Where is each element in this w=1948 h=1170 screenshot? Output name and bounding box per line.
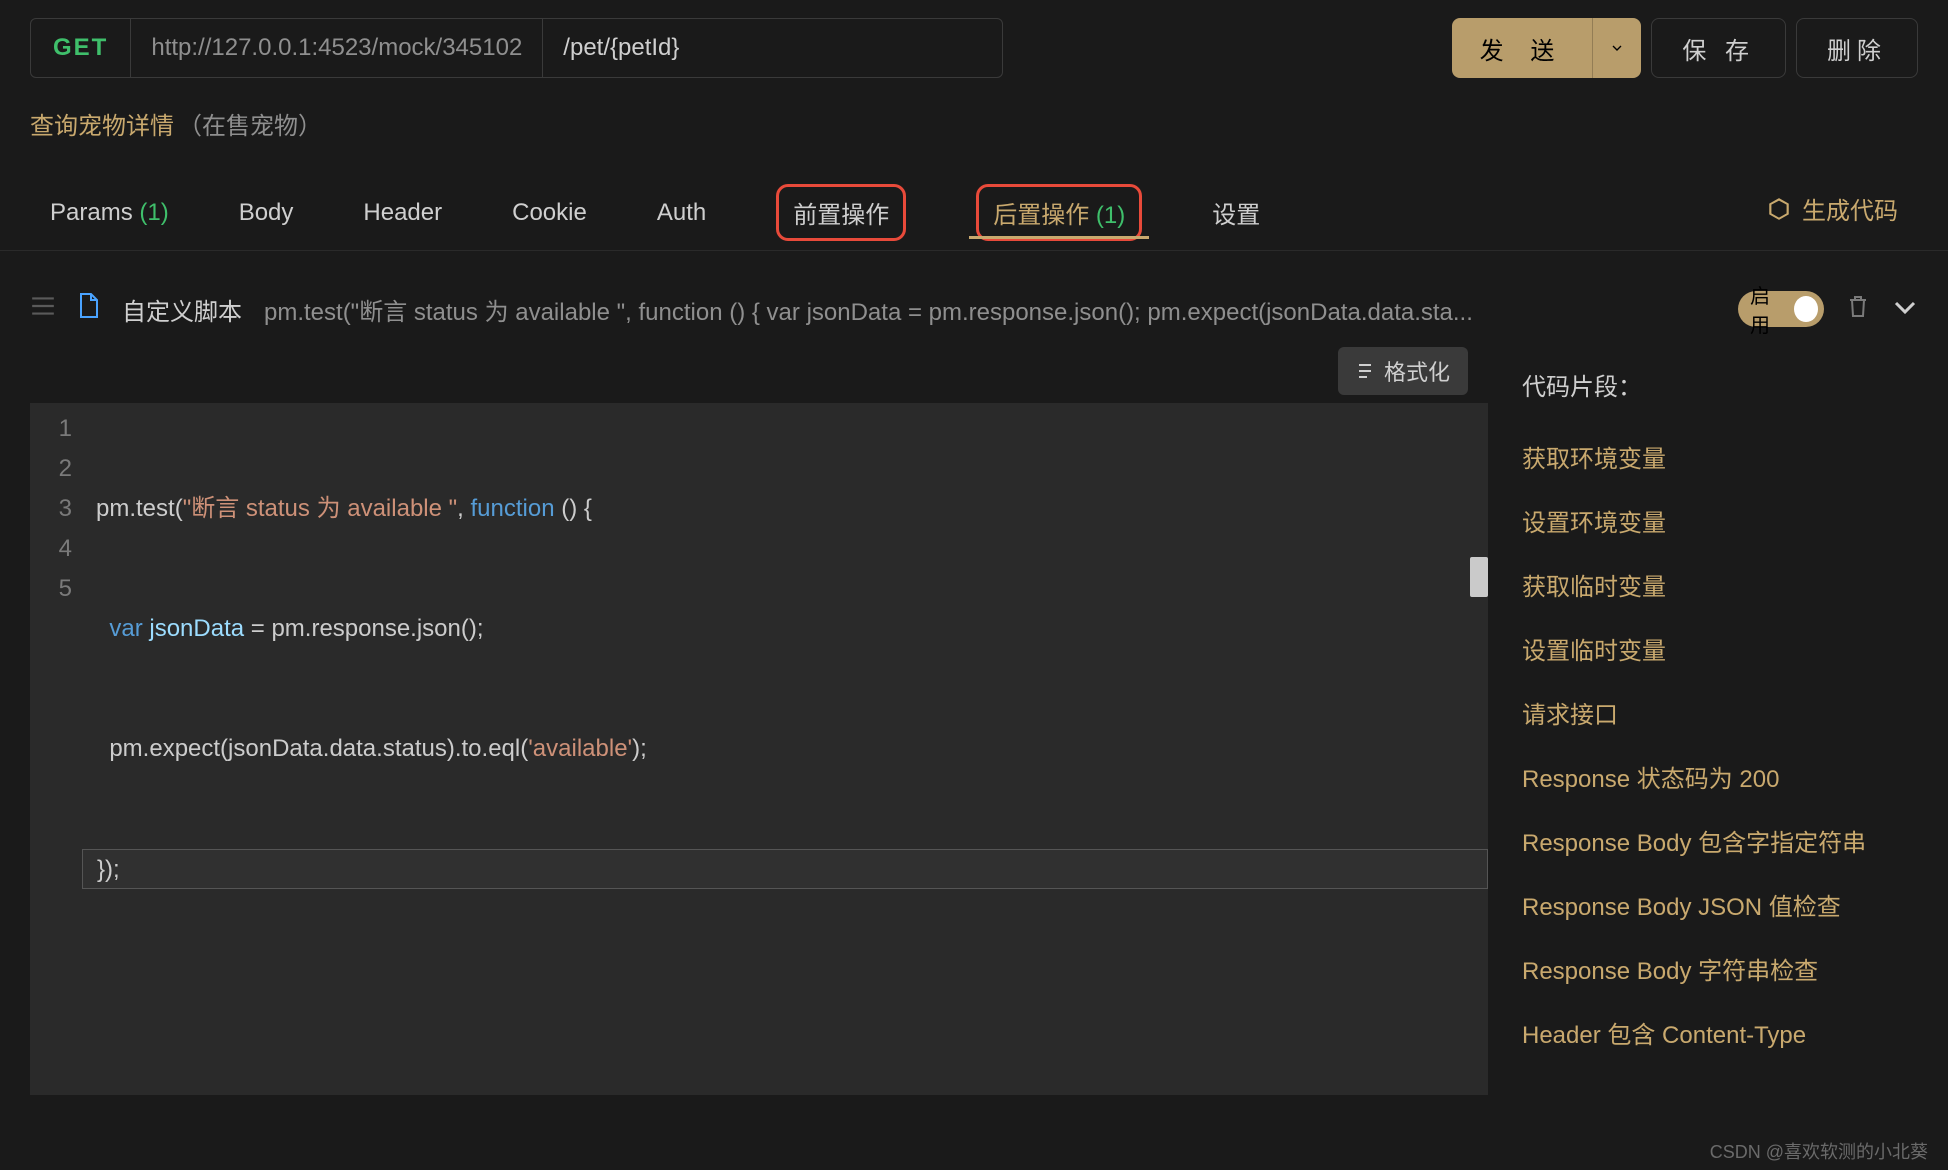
- tab-header[interactable]: Header: [363, 185, 442, 247]
- editor-pane: 格式化 1 2 3 4 5 pm.test("断言 status 为 avail…: [30, 347, 1488, 1095]
- tab-params[interactable]: Params (1): [50, 185, 169, 247]
- line-number: 2: [30, 449, 72, 489]
- generate-code-button[interactable]: 生成代码: [1766, 191, 1898, 240]
- code-body[interactable]: pm.test("断言 status 为 available ", functi…: [82, 403, 1488, 1095]
- url-group: GET http://127.0.0.1:4523/mock/345102 /p…: [30, 18, 1003, 78]
- line-number: 4: [30, 529, 72, 569]
- script-type-label: 自定义脚本: [122, 292, 242, 327]
- send-dropdown[interactable]: [1592, 18, 1641, 78]
- script-preview: pm.test("断言 status 为 available ", functi…: [264, 292, 1473, 327]
- tab-label: Params: [50, 199, 133, 226]
- snippet-item[interactable]: 请求接口: [1522, 684, 1898, 748]
- send-button[interactable]: 发 送: [1452, 18, 1642, 78]
- base-url-input[interactable]: http://127.0.0.1:4523/mock/345102: [130, 19, 542, 77]
- send-button-label: 发 送: [1452, 31, 1593, 66]
- tab-body[interactable]: Body: [239, 185, 294, 247]
- snippet-item[interactable]: Response 状态码为 200: [1522, 748, 1898, 812]
- api-title: 查询宠物详情: [30, 106, 174, 141]
- snippet-item[interactable]: 获取环境变量: [1522, 428, 1898, 492]
- format-button[interactable]: 格式化: [1338, 347, 1468, 395]
- delete-button[interactable]: 删除: [1796, 18, 1918, 78]
- enable-toggle[interactable]: 启用: [1738, 291, 1824, 327]
- line-number: 1: [30, 409, 72, 449]
- main-area: 格式化 1 2 3 4 5 pm.test("断言 status 为 avail…: [30, 347, 1918, 1095]
- document-icon: [78, 293, 100, 326]
- line-number: 5: [30, 569, 72, 609]
- drag-handle-icon[interactable]: [30, 295, 56, 324]
- snippet-item[interactable]: Header 包含 Content-Type: [1522, 1004, 1898, 1068]
- snippet-sidebar: 代码片段： 获取环境变量 设置环境变量 获取临时变量 设置临时变量 请求接口 R…: [1488, 347, 1918, 1095]
- snippets-title: 代码片段：: [1522, 367, 1898, 402]
- cube-icon: [1766, 196, 1792, 222]
- path-input[interactable]: /pet/{petId}: [542, 19, 1002, 77]
- tabs-row: Params (1) Body Header Cookie Auth 前置操作 …: [0, 141, 1948, 251]
- watermark: CSDN @喜欢软测的小北葵: [1710, 1138, 1928, 1164]
- toggle-label: 启用: [1750, 280, 1786, 338]
- tab-cookie[interactable]: Cookie: [512, 185, 587, 247]
- tab-post-request[interactable]: 后置操作 (1): [976, 184, 1142, 241]
- chevron-down-icon: [1609, 40, 1625, 56]
- request-bar: GET http://127.0.0.1:4523/mock/345102 /p…: [0, 0, 1948, 88]
- editor-gutter: 1 2 3 4 5: [30, 403, 82, 1095]
- http-method-select[interactable]: GET: [31, 34, 130, 62]
- collapse-button[interactable]: [1892, 295, 1918, 323]
- code-editor[interactable]: 1 2 3 4 5 pm.test("断言 status 为 available…: [30, 403, 1488, 1095]
- tab-pre-request[interactable]: 前置操作: [776, 184, 906, 241]
- line-number: 3: [30, 489, 72, 529]
- api-subtitle: （在售宠物）: [178, 106, 322, 141]
- tab-label: 后置操作: [993, 202, 1089, 229]
- snippet-item[interactable]: 设置环境变量: [1522, 492, 1898, 556]
- snippet-item[interactable]: 获取临时变量: [1522, 556, 1898, 620]
- format-icon: [1356, 362, 1374, 380]
- toggle-knob: [1794, 296, 1818, 322]
- api-title-row: 查询宠物详情 （在售宠物）: [0, 88, 1948, 141]
- script-header: 自定义脚本 pm.test("断言 status 为 available ", …: [30, 291, 1918, 327]
- delete-script-button[interactable]: [1846, 293, 1870, 326]
- format-label: 格式化: [1384, 355, 1450, 387]
- tab-auth[interactable]: Auth: [657, 185, 706, 247]
- snippet-item[interactable]: 设置临时变量: [1522, 620, 1898, 684]
- generate-code-label: 生成代码: [1802, 191, 1898, 226]
- snippet-item[interactable]: Response Body 字符串检查: [1522, 940, 1898, 1004]
- tab-count: (1): [1096, 202, 1125, 229]
- script-controls: 启用: [1738, 291, 1918, 327]
- snippet-item[interactable]: Response Body 包含字指定符串: [1522, 812, 1898, 876]
- snippet-item[interactable]: Response Body JSON 值检查: [1522, 876, 1898, 940]
- tab-count: (1): [139, 199, 168, 226]
- save-button[interactable]: 保 存: [1651, 18, 1786, 78]
- editor-scrollbar[interactable]: [1470, 557, 1488, 597]
- tab-settings[interactable]: 设置: [1212, 181, 1260, 250]
